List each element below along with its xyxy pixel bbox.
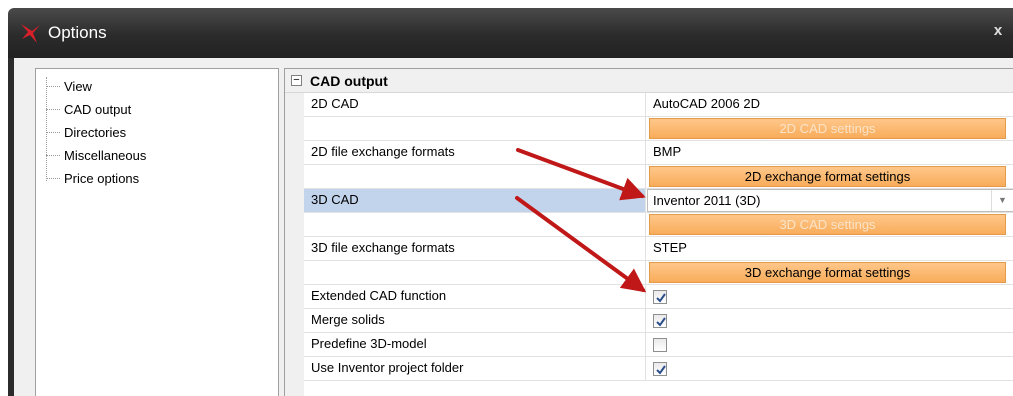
tree-item-label: View — [64, 79, 92, 94]
row-2d-file-exchange-formats[interactable]: 2D file exchange formats BMP — [304, 141, 1013, 165]
tree-item-directories[interactable]: Directories — [36, 121, 278, 144]
row-2d-exchange-settings: 2D exchange format settings — [304, 165, 1013, 189]
window-title: Options — [48, 23, 107, 42]
collapse-icon[interactable]: − — [291, 75, 302, 86]
row-3d-cad-settings: 3D CAD settings — [304, 213, 1013, 237]
row-3d-cad[interactable]: 3D CAD Inventor 2011 (3D) ▼ — [304, 189, 1013, 213]
predefine-3d-model-checkbox[interactable] — [653, 338, 667, 352]
property-name-empty — [304, 165, 646, 188]
tree-item-price-options[interactable]: Price options — [36, 167, 278, 190]
property-grid: − CAD output 2D CAD AutoCAD 2006 2D 2D C… — [284, 68, 1013, 396]
merge-solids-checkbox[interactable] — [653, 314, 667, 328]
property-name: 2D file exchange formats — [304, 141, 646, 164]
property-value-2d-cad[interactable]: AutoCAD 2006 2D — [647, 93, 1013, 116]
property-name-empty — [304, 117, 646, 140]
3d-exchange-format-settings-button[interactable]: 3D exchange format settings — [649, 262, 1006, 283]
tree-item-view[interactable]: View — [36, 75, 278, 98]
tree-item-miscellaneous[interactable]: Miscellaneous — [36, 144, 278, 167]
property-name: Extended CAD function — [304, 285, 646, 308]
2d-cad-settings-button: 2D CAD settings — [649, 118, 1006, 139]
grid-gutter — [285, 93, 304, 396]
checkmark-icon — [656, 293, 666, 303]
close-button[interactable]: x — [991, 20, 1005, 42]
property-name: Predefine 3D-model — [304, 333, 646, 356]
row-2d-cad-settings: 2D CAD settings — [304, 117, 1013, 141]
property-name: Merge solids — [304, 309, 646, 332]
3d-cad-dropdown[interactable]: Inventor 2011 (3D) ▼ — [647, 189, 1013, 212]
dialog-body: View CAD output Directories Miscellaneou… — [14, 58, 1013, 396]
property-name: 3D CAD — [304, 189, 646, 212]
options-tree[interactable]: View CAD output Directories Miscellaneou… — [35, 68, 279, 396]
tree-item-cad-output[interactable]: CAD output — [36, 98, 278, 121]
property-name-empty — [304, 213, 646, 236]
options-window: Options x View CAD output Directories Mi… — [0, 0, 1013, 396]
row-3d-file-exchange-formats[interactable]: 3D file exchange formats STEP — [304, 237, 1013, 261]
use-inventor-project-folder-checkbox[interactable] — [653, 362, 667, 376]
row-extended-cad-function[interactable]: Extended CAD function — [304, 285, 1013, 309]
property-value-3d-exchange[interactable]: STEP — [647, 237, 1013, 260]
tree-item-label: Price options — [64, 171, 140, 186]
tree-item-label: Directories — [64, 125, 127, 140]
2d-exchange-format-settings-button[interactable]: 2D exchange format settings — [649, 166, 1006, 187]
row-merge-solids[interactable]: Merge solids — [304, 309, 1013, 333]
chevron-down-icon[interactable]: ▼ — [991, 190, 1013, 211]
extended-cad-function-checkbox[interactable] — [653, 290, 667, 304]
app-logo-icon — [21, 24, 40, 43]
checkmark-icon — [656, 317, 666, 327]
checkmark-icon — [656, 365, 666, 375]
3d-cad-settings-button: 3D CAD settings — [649, 214, 1006, 235]
property-name-empty — [304, 261, 646, 284]
row-use-inventor-project-folder[interactable]: Use Inventor project folder — [304, 357, 1013, 381]
row-predefine-3d-model[interactable]: Predefine 3D-model — [304, 333, 1013, 357]
row-3d-exchange-settings: 3D exchange format settings — [304, 261, 1013, 285]
tree-item-label: Miscellaneous — [64, 148, 147, 163]
property-name: Use Inventor project folder — [304, 357, 646, 380]
category-header[interactable]: − CAD output — [285, 69, 1013, 93]
property-name: 3D file exchange formats — [304, 237, 646, 260]
property-value-2d-exchange[interactable]: BMP — [647, 141, 1013, 164]
category-label: CAD output — [310, 73, 388, 89]
property-name: 2D CAD — [304, 93, 646, 116]
title-bar[interactable]: Options x — [8, 8, 1013, 58]
dropdown-value: Inventor 2011 (3D) — [653, 193, 761, 208]
tree-item-label: CAD output — [64, 102, 132, 117]
row-2d-cad[interactable]: 2D CAD AutoCAD 2006 2D — [304, 93, 1013, 117]
